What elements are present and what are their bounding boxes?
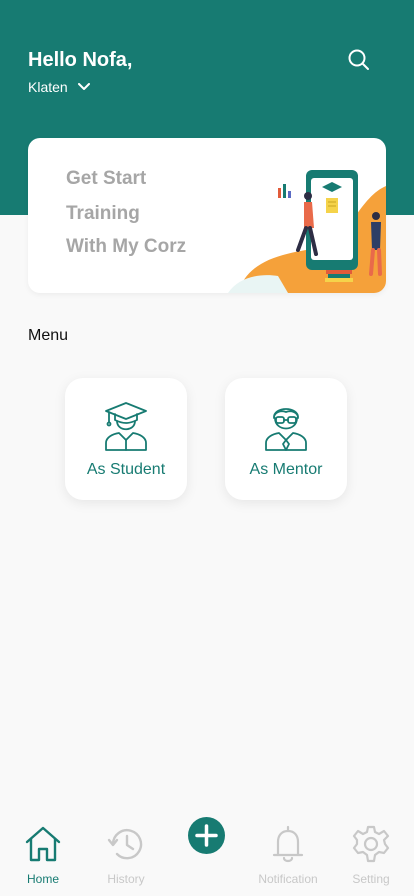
home-icon bbox=[25, 826, 61, 862]
as-student-label: As Student bbox=[86, 461, 166, 478]
gear-icon bbox=[352, 825, 390, 863]
nav-label-history: History bbox=[107, 872, 145, 886]
history-icon bbox=[107, 829, 143, 860]
promo-banner[interactable]: Get Start Training With My Corz bbox=[28, 138, 386, 293]
greeting-title: Hello Nofa, bbox=[28, 49, 133, 71]
as-mentor-card[interactable]: As Mentor bbox=[225, 378, 347, 500]
nav-label-home: Home bbox=[26, 872, 59, 886]
nav-item-home[interactable]: Home bbox=[8, 824, 78, 886]
as-mentor-label: As Mentor bbox=[249, 461, 323, 478]
nav-item-history[interactable]: History bbox=[91, 824, 161, 886]
plus-icon bbox=[195, 824, 218, 847]
search-icon[interactable] bbox=[346, 47, 372, 73]
nav-item-notification[interactable]: Notification bbox=[253, 824, 323, 886]
training-illustration bbox=[228, 170, 386, 293]
banner-line-1: Get Start bbox=[66, 168, 147, 189]
nav-label-setting: Setting bbox=[352, 872, 390, 886]
nav-item-setting[interactable]: Setting bbox=[336, 824, 406, 886]
location-selector[interactable]: Klaten bbox=[28, 79, 90, 95]
banner-line-3: With My Corz bbox=[66, 236, 187, 257]
mentor-icon bbox=[265, 408, 307, 451]
location-label: Klaten bbox=[28, 79, 68, 95]
student-icon bbox=[105, 402, 147, 451]
chevron-down-icon bbox=[77, 83, 90, 90]
add-button[interactable] bbox=[188, 817, 225, 854]
bell-icon bbox=[272, 825, 304, 863]
menu-heading: Menu bbox=[28, 327, 69, 344]
banner-line-2: Training bbox=[66, 203, 140, 224]
as-student-card[interactable]: As Student bbox=[65, 378, 187, 500]
nav-label-notification: Notification bbox=[258, 872, 318, 886]
